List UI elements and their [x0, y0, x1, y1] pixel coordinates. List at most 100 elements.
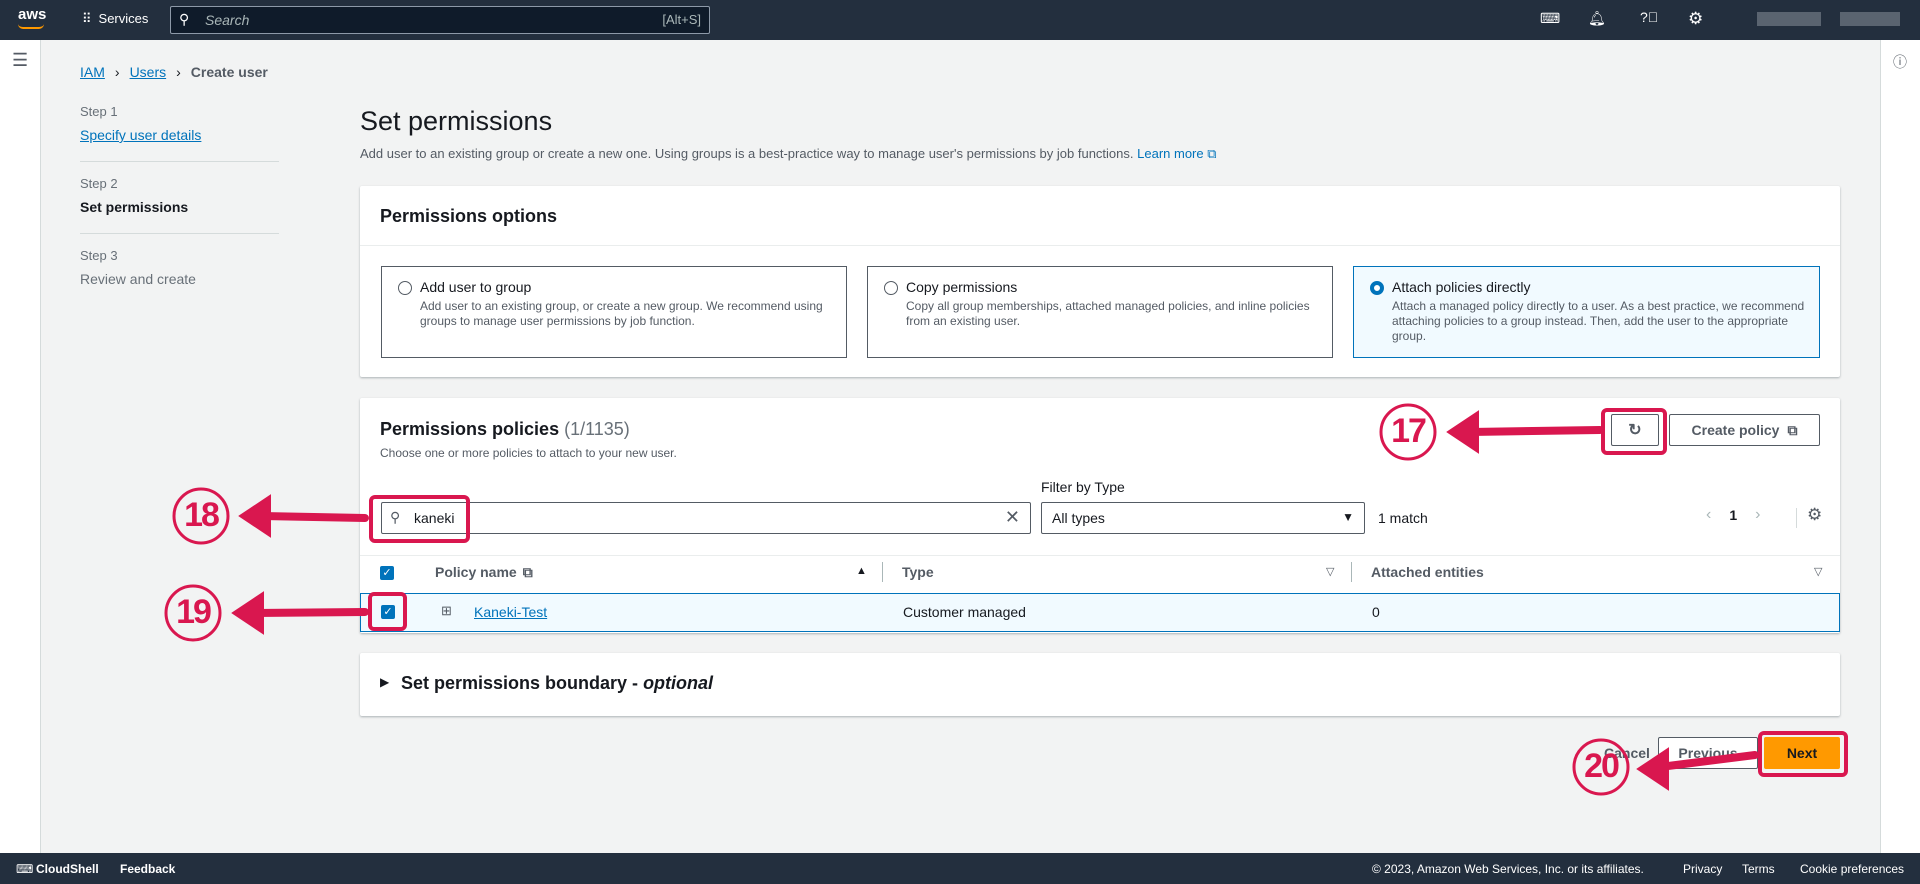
page-number[interactable]: 1 — [1729, 507, 1737, 523]
footer-terms[interactable]: Terms — [1742, 862, 1775, 876]
annotation-label: 20 — [1584, 747, 1620, 785]
external-link-icon: ⧉ — [522, 564, 533, 580]
create-policy-button[interactable]: Create policy ⧉ — [1669, 414, 1820, 446]
breadcrumb: IAM › Users › Create user — [80, 64, 268, 80]
cloudshell-icon: ⌨ — [16, 862, 34, 876]
cloudshell-icon[interactable]: ⌨ — [1540, 10, 1560, 27]
bell-icon[interactable]: 🔔︎ — [1588, 10, 1606, 27]
chevron-right-icon: › — [114, 64, 120, 80]
breadcrumb-iam[interactable]: IAM — [80, 64, 105, 80]
column-divider — [1351, 562, 1352, 582]
footer-cookie-preferences[interactable]: Cookie preferences — [1800, 862, 1904, 876]
search-icon: ⚲ — [179, 11, 190, 27]
services-menu[interactable]: ⠿ Services — [82, 11, 148, 27]
option-label: Add user to group — [420, 279, 532, 295]
match-count: 1 match — [1378, 510, 1428, 526]
table-header: ✓ Policy name ⧉ ▲ Type ▽ Attached entitie… — [360, 555, 1840, 588]
refresh-button[interactable]: ↻ — [1611, 414, 1659, 446]
footer-cloudshell[interactable]: CloudShell — [36, 862, 99, 876]
external-link-icon: ⧉ — [1787, 421, 1798, 438]
aws-logo[interactable]: aws — [18, 6, 46, 23]
step-3-label: Review and create — [80, 271, 196, 287]
button-label: Create policy — [1691, 422, 1780, 438]
next-button[interactable]: Next — [1764, 737, 1840, 769]
policy-type: Customer managed — [903, 604, 1026, 620]
option-description: Attach a managed policy directly to a us… — [1392, 299, 1805, 343]
gear-icon[interactable]: ⚙ — [1688, 9, 1703, 29]
column-policy-name[interactable]: Policy name ⧉ — [435, 564, 533, 581]
external-link-icon: ⧉ — [1207, 146, 1217, 161]
option-description: Add user to an existing group, or create… — [420, 299, 823, 328]
panel-title: Permissions policies (1/1135) — [380, 419, 630, 440]
column-label: Policy name — [435, 564, 517, 580]
right-rail: ⓘ — [1880, 40, 1920, 853]
chevron-left-icon[interactable]: ‹ — [1706, 506, 1711, 524]
arrow-19 — [251, 608, 369, 617]
annotation-label: 18 — [184, 496, 220, 534]
clear-icon[interactable]: ✕ — [1005, 507, 1020, 528]
column-type[interactable]: Type — [902, 564, 934, 580]
radio-button-selected[interactable] — [1370, 281, 1384, 295]
info-icon[interactable]: ⓘ — [1893, 52, 1907, 72]
left-rail: ☰ — [0, 40, 41, 853]
table-row[interactable]: ✓ ⊞ Kaneki-Test Customer managed 0 — [360, 593, 1840, 632]
pagination: ‹ 1 › — [1706, 506, 1760, 524]
region-menu[interactable] — [1840, 12, 1900, 26]
sort-icon[interactable]: ▽ — [1814, 565, 1822, 578]
policy-search-input[interactable]: ⚲ kaneki ✕ — [381, 502, 1031, 534]
caret-right-icon: ▶ — [380, 675, 390, 689]
sort-icon[interactable]: ▽ — [1326, 565, 1334, 578]
select-value: All types — [1052, 510, 1105, 526]
option-add-user-to-group[interactable]: Add user to group Add user to an existing… — [381, 266, 847, 358]
hamburger-menu-icon[interactable]: ☰ — [12, 50, 28, 71]
select-all-checkbox[interactable]: ✓ — [380, 566, 394, 580]
chevron-right-icon[interactable]: › — [1755, 506, 1760, 524]
divider — [80, 161, 279, 162]
policy-name-link[interactable]: Kaneki-Test — [474, 604, 547, 620]
step-2-current: Set permissions — [80, 199, 189, 215]
row-checkbox[interactable]: ✓ — [381, 605, 395, 619]
annotation-label: 17 — [1391, 412, 1427, 450]
step-1-link[interactable]: Specify user details — [80, 127, 279, 143]
grid-icon: ⠿ — [82, 11, 92, 26]
refresh-icon: ↻ — [1628, 422, 1642, 439]
preferences-gear-icon[interactable]: ⚙ — [1807, 505, 1822, 525]
account-menu[interactable] — [1757, 12, 1821, 26]
footer-privacy[interactable]: Privacy — [1683, 862, 1722, 876]
radio-button[interactable] — [398, 281, 412, 295]
column-divider — [882, 562, 883, 582]
attached-entities-count: 0 — [1372, 604, 1380, 620]
sort-ascending-icon[interactable]: ▲ — [856, 565, 867, 577]
panel-title: Permissions options — [380, 206, 558, 226]
caret-down-icon: ▼ — [1342, 510, 1354, 524]
option-copy-permissions[interactable]: Copy permissions Copy all group membershi… — [867, 266, 1333, 358]
help-icon[interactable]: ?⃝ — [1640, 9, 1658, 25]
top-navigation: aws ⠿ Services ⚲ Search [Alt+S] ⌨ 🔔︎ ?⃝ ⚙ — [0, 0, 1920, 40]
chevron-right-icon: › — [176, 64, 181, 80]
learn-more-link[interactable]: Learn more — [1137, 146, 1203, 161]
button-label: Next — [1786, 745, 1818, 761]
footer-feedback[interactable]: Feedback — [120, 862, 175, 876]
filter-type-select[interactable]: All types ▼ — [1041, 502, 1365, 534]
previous-button[interactable]: Previous — [1658, 737, 1758, 769]
wizard-steps: Step 1 Specify user details Step 2 Set p… — [80, 104, 279, 287]
section-title: Set permissions boundary - optional — [401, 673, 713, 694]
expand-icon[interactable]: ⊞ — [441, 603, 452, 619]
column-attached-entities[interactable]: Attached entities — [1371, 564, 1484, 580]
breadcrumb-current: Create user — [190, 64, 268, 80]
filter-label: Filter by Type — [1041, 479, 1125, 495]
permissions-options-panel: Permissions options Add user to group Add… — [360, 186, 1840, 377]
permissions-policies-panel: Permissions policies (1/1135) Choose one… — [360, 398, 1840, 633]
annotation-label: 19 — [176, 593, 212, 631]
breadcrumb-users[interactable]: Users — [130, 64, 167, 80]
divider — [80, 233, 279, 234]
search-input[interactable]: ⚲ Search [Alt+S] — [170, 6, 710, 34]
footer: ⌨ CloudShell Feedback © 2023, Amazon Web… — [0, 853, 1920, 884]
option-attach-policies-directly[interactable]: Attach policies directly Attach a managed… — [1353, 266, 1820, 358]
permissions-boundary-section[interactable]: ▶ Set permissions boundary - optional — [360, 653, 1840, 716]
divider — [360, 245, 1840, 246]
policy-count: (1/1135) — [564, 419, 630, 439]
option-label: Attach policies directly — [1392, 279, 1531, 295]
radio-button[interactable] — [884, 281, 898, 295]
title-text: Set permissions boundary - — [401, 673, 644, 693]
